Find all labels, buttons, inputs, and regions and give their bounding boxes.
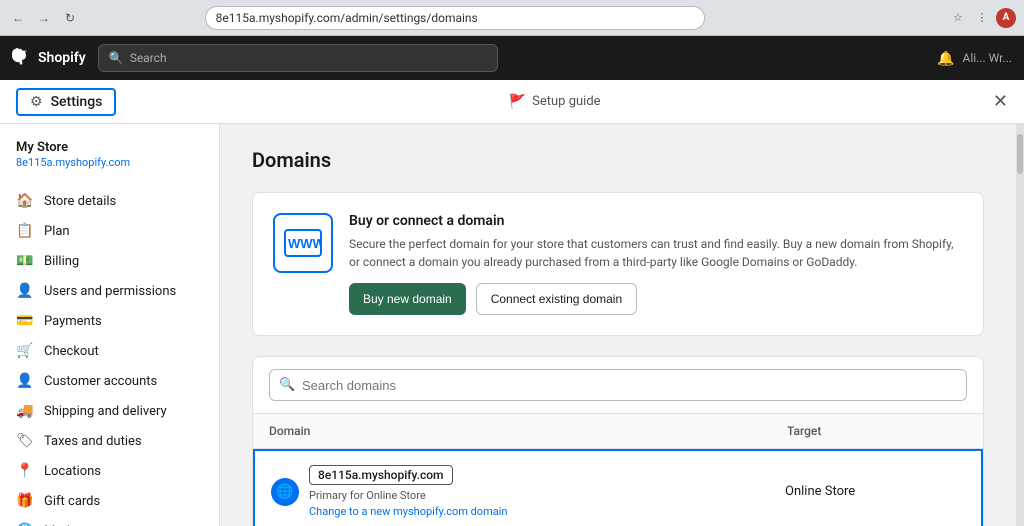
connect-domain-button[interactable]: Connect existing domain xyxy=(476,283,637,315)
bookmark-button[interactable]: ☆ xyxy=(948,8,968,28)
change-domain-link[interactable]: Change to a new myshopify.com domain xyxy=(309,505,507,518)
gift-cards-icon: 🎁 xyxy=(16,493,34,509)
search-icon: 🔍 xyxy=(109,51,124,65)
www-icon: WWW xyxy=(273,213,333,273)
svg-text:WWW: WWW xyxy=(288,236,322,251)
search-placeholder: Search xyxy=(130,51,167,65)
store-name: My Store xyxy=(16,140,203,155)
address-bar[interactable]: 8e115a.myshopify.com/admin/settings/doma… xyxy=(205,6,705,30)
search-bar[interactable]: 🔍 Search xyxy=(98,44,498,72)
buy-domain-button[interactable]: Buy new domain xyxy=(349,283,466,315)
setup-guide-button[interactable]: 🚩 Setup guide xyxy=(509,94,601,110)
content-area: Domains WWW Buy or connect a domain Secu… xyxy=(220,124,1016,526)
sidebar-item-label: Gift cards xyxy=(44,494,100,509)
shopify-logo: Shopify xyxy=(12,48,86,68)
promo-desc: Secure the perfect domain for your store… xyxy=(349,235,963,271)
close-button[interactable]: ✕ xyxy=(993,91,1008,112)
sidebar-item-payments[interactable]: 💳 Payments xyxy=(0,306,219,336)
sidebar-item-shipping[interactable]: 🚚 Shipping and delivery xyxy=(0,396,219,426)
domain-primary-label: Primary for Online Store xyxy=(309,489,426,502)
sidebar-item-markets[interactable]: 🌐 Markets xyxy=(0,516,219,526)
sidebar-item-label: Users and permissions xyxy=(44,284,176,299)
promo-content: Buy or connect a domain Secure the perfe… xyxy=(349,213,963,315)
forward-button[interactable]: → xyxy=(34,8,54,28)
domain-search-input[interactable] xyxy=(269,369,967,401)
store-details-icon: 🏠 xyxy=(16,193,34,209)
setup-guide-label: Setup guide xyxy=(532,94,600,109)
store-info: My Store 8e115a.myshopify.com xyxy=(0,140,219,186)
shipping-icon: 🚚 xyxy=(16,403,34,419)
sidebar-item-users[interactable]: 👤 Users and permissions xyxy=(0,276,219,306)
sidebar-item-gift-cards[interactable]: 🎁 Gift cards xyxy=(0,486,219,516)
users-icon: 👤 xyxy=(16,283,34,299)
domain-globe-icon: 🌐 xyxy=(271,478,299,506)
promo-actions: Buy new domain Connect existing domain xyxy=(349,283,963,315)
search-wrap: 🔍 xyxy=(269,369,967,401)
sidebar-item-label: Plan xyxy=(44,224,70,239)
domain-info: 8e115a.myshopify.com Primary for Online … xyxy=(309,465,507,518)
checkout-icon: 🛒 xyxy=(16,343,34,359)
sidebar-item-plan[interactable]: 📋 Plan xyxy=(0,216,219,246)
browser-icons: ☆ ⋮ A xyxy=(948,8,1016,28)
billing-icon: 💵 xyxy=(16,253,34,269)
url-text: 8e115a.myshopify.com/admin/settings/doma… xyxy=(216,11,478,25)
menu-button[interactable]: ⋮ xyxy=(972,8,992,28)
settings-title-area: ⚙ Settings xyxy=(16,88,116,116)
settings-label: Settings xyxy=(51,94,103,110)
topbar-user-label: Ali... Wr... xyxy=(963,51,1013,65)
sidebar-item-store-details[interactable]: 🏠 Store details xyxy=(0,186,219,216)
domain-row-inner: 🌐 8e115a.myshopify.com Primary for Onlin… xyxy=(271,465,785,518)
plan-icon: 📋 xyxy=(16,223,34,239)
shopify-topbar: Shopify 🔍 Search 🔔 Ali... Wr... xyxy=(0,36,1024,80)
scrollbar[interactable] xyxy=(1016,124,1024,526)
bell-icon-button[interactable]: 🔔 xyxy=(937,50,954,67)
sidebar-item-customer-accounts[interactable]: 👤 Customer accounts xyxy=(0,366,219,396)
settings-header: ⚙ Settings 🚩 Setup guide ✕ xyxy=(0,80,1024,124)
payments-icon: 💳 xyxy=(16,313,34,329)
scrollbar-thumb[interactable] xyxy=(1017,134,1023,174)
col-target-label: Target xyxy=(787,424,967,438)
shopify-logo-icon xyxy=(12,48,32,68)
sidebar-item-billing[interactable]: 💵 Billing xyxy=(0,246,219,276)
page-title: Domains xyxy=(252,148,984,172)
domain-card: 🔍 Domain Target 🌐 8e115a.myshopify.com P… xyxy=(252,356,984,526)
sidebar-item-taxes[interactable]: 🏷 Taxes and duties xyxy=(0,426,219,456)
sidebar: My Store 8e115a.myshopify.com 🏠 Store de… xyxy=(0,124,220,526)
sidebar-item-label: Billing xyxy=(44,254,79,269)
promo-title: Buy or connect a domain xyxy=(349,213,963,229)
profile-icon: A xyxy=(996,8,1016,28)
reload-button[interactable]: ↻ xyxy=(60,8,80,28)
gear-icon: ⚙ xyxy=(30,94,43,110)
col-domain-label: Domain xyxy=(269,424,787,438)
store-url[interactable]: 8e115a.myshopify.com xyxy=(16,156,130,169)
sidebar-item-locations[interactable]: 📍 Locations xyxy=(0,456,219,486)
locations-icon: 📍 xyxy=(16,463,34,479)
search-row: 🔍 xyxy=(253,357,983,414)
sidebar-item-label: Checkout xyxy=(44,344,99,359)
table-header: Domain Target xyxy=(253,414,983,449)
flag-icon: 🚩 xyxy=(509,94,526,110)
back-button[interactable]: ← xyxy=(8,8,28,28)
sidebar-item-label: Customer accounts xyxy=(44,374,157,389)
browser-bar: ← → ↻ 8e115a.myshopify.com/admin/setting… xyxy=(0,0,1024,36)
main-layout: My Store 8e115a.myshopify.com 🏠 Store de… xyxy=(0,124,1024,526)
www-svg: WWW xyxy=(284,229,322,257)
taxes-icon: 🏷 xyxy=(16,433,34,449)
topbar-right: 🔔 Ali... Wr... xyxy=(937,50,1012,67)
sidebar-item-label: Locations xyxy=(44,464,101,479)
sidebar-item-checkout[interactable]: 🛒 Checkout xyxy=(0,336,219,366)
sidebar-item-label: Payments xyxy=(44,314,102,329)
domain-target: Online Store xyxy=(785,484,965,499)
domain-row[interactable]: 🌐 8e115a.myshopify.com Primary for Onlin… xyxy=(253,449,983,526)
sidebar-item-label: Shipping and delivery xyxy=(44,404,167,419)
domain-name: 8e115a.myshopify.com xyxy=(309,465,453,485)
promo-card: WWW Buy or connect a domain Secure the p… xyxy=(252,192,984,336)
sidebar-item-label: Taxes and duties xyxy=(44,434,142,449)
customer-accounts-icon: 👤 xyxy=(16,373,34,389)
sidebar-item-label: Store details xyxy=(44,194,116,209)
